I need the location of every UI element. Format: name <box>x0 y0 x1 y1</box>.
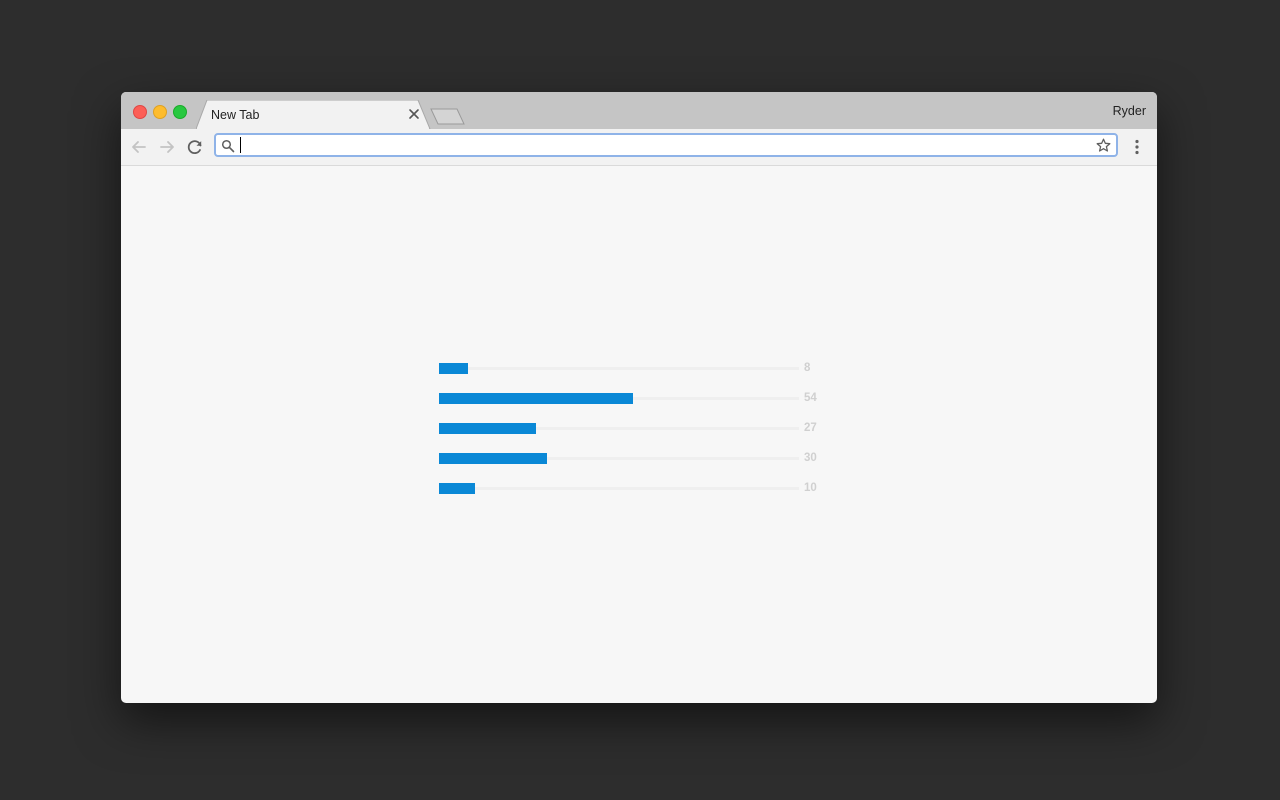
bar-row: 10 <box>439 481 859 511</box>
title-bar: New Tab Ryder <box>121 92 1157 129</box>
tab-title: New Tab <box>211 108 260 122</box>
minimize-window-button[interactable] <box>153 105 167 119</box>
bar-value-label: 54 <box>804 392 817 404</box>
profile-name[interactable]: Ryder <box>1113 104 1146 118</box>
close-icon[interactable] <box>407 107 421 121</box>
bar-row: 8 <box>439 361 859 391</box>
bar-fill <box>439 363 468 374</box>
bar-value-label: 8 <box>804 362 811 374</box>
bar-row: 30 <box>439 451 859 481</box>
more-vert-icon[interactable] <box>1130 138 1144 156</box>
back-arrow-icon[interactable] <box>129 137 149 157</box>
bar-fill <box>439 393 633 404</box>
bar-fill <box>439 483 475 494</box>
address-input[interactable] <box>240 136 1090 154</box>
bar-value-label: 10 <box>804 482 817 494</box>
close-window-button[interactable] <box>133 105 147 119</box>
bar-row: 27 <box>439 421 859 451</box>
maximize-window-button[interactable] <box>173 105 187 119</box>
toolbar <box>121 129 1157 166</box>
bar-fill <box>439 453 547 464</box>
search-icon <box>221 139 235 153</box>
reload-icon[interactable] <box>185 137 205 157</box>
bar-value-label: 30 <box>804 452 817 464</box>
forward-arrow-icon[interactable] <box>157 137 177 157</box>
bar-fill <box>439 423 536 434</box>
bar-track <box>439 367 799 370</box>
bar-list: 8 54 27 30 10 <box>439 361 859 511</box>
new-tab-button[interactable] <box>430 108 468 126</box>
browser-window: New Tab Ryder 8 54 27 30 10 <box>121 92 1157 703</box>
address-bar[interactable] <box>214 133 1118 157</box>
bar-track <box>439 487 799 490</box>
text-cursor <box>240 137 241 153</box>
tab-new-tab[interactable]: New Tab <box>196 100 432 129</box>
bar-row: 54 <box>439 391 859 421</box>
bar-value-label: 27 <box>804 422 817 434</box>
page-content: 8 54 27 30 10 <box>121 166 1157 703</box>
star-icon[interactable] <box>1096 138 1111 153</box>
